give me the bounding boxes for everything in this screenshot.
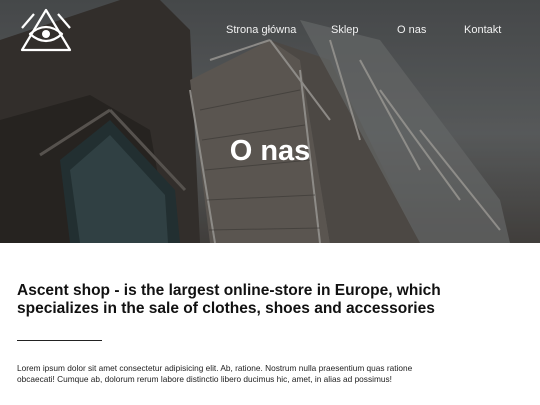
nav-item-contact[interactable]: Kontakt — [464, 23, 501, 37]
nav-item-about[interactable]: O nas — [397, 23, 426, 37]
main-navigation: Strona główna Sklep O nas Kontakt — [0, 23, 540, 37]
hero-banner: Strona główna Sklep O nas Kontakt O nas — [0, 0, 540, 243]
about-headline: Ascent shop - is the largest online-stor… — [17, 282, 441, 317]
nav-item-shop[interactable]: Sklep — [331, 23, 359, 37]
about-section: Ascent shop - is the largest online-stor… — [17, 282, 447, 318]
headline-divider — [17, 340, 102, 341]
hero-title: O nas — [229, 135, 311, 167]
about-paragraph: Lorem ipsum dolor sit amet consectetur a… — [17, 363, 413, 384]
nav-item-home[interactable]: Strona główna — [226, 23, 296, 37]
